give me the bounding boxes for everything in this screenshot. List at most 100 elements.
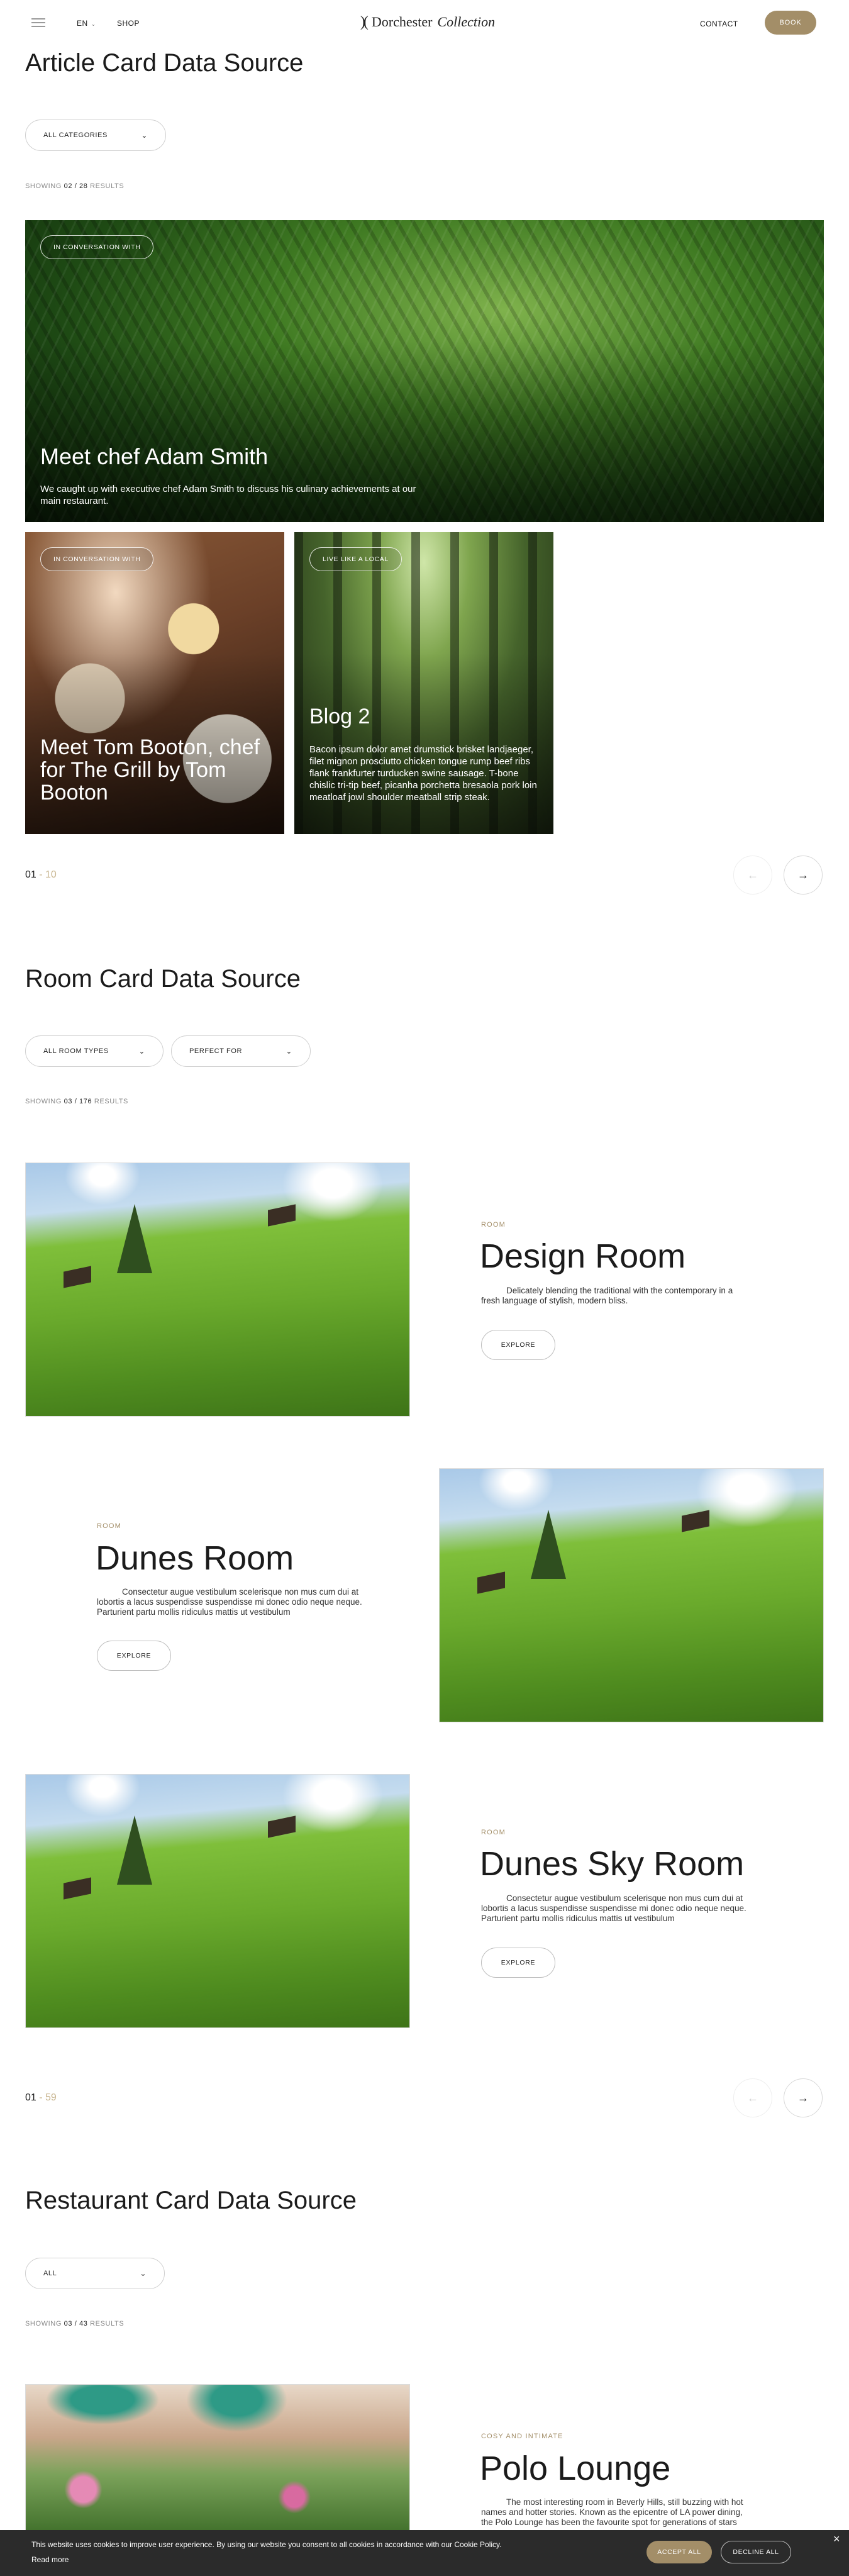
- room-category: ROOM: [97, 1522, 122, 1530]
- article-results-count: SHOWING 02 / 28 RESULTS: [25, 182, 124, 190]
- showing-count: 03 / 176: [64, 1098, 92, 1105]
- hut-shape: [64, 1877, 91, 1900]
- arrow-right-icon: →: [797, 2091, 809, 2104]
- page-separator: -: [39, 2092, 43, 2103]
- room-category: ROOM: [481, 1221, 506, 1229]
- page-current: 01: [25, 2092, 36, 2103]
- explore-button[interactable]: EXPLORE: [481, 1330, 555, 1360]
- arrow-left-icon: ←: [747, 2091, 758, 2104]
- room-title: Dunes Sky Room: [480, 1845, 745, 1883]
- perfect-for-filter-label: PERFECT FOR: [189, 1047, 243, 1055]
- menu-icon[interactable]: [31, 18, 45, 27]
- logo[interactable]: )( Dorchester Collection: [352, 13, 503, 31]
- hut-shape: [268, 1815, 296, 1838]
- chevron-down-icon: ⌄: [91, 21, 96, 27]
- results-label: RESULTS: [90, 182, 125, 190]
- room-image[interactable]: [25, 1774, 410, 2028]
- room-section-title: Room Card Data Source: [25, 965, 301, 993]
- next-page-button[interactable]: →: [784, 856, 823, 895]
- shop-link[interactable]: SHOP: [117, 19, 140, 28]
- category-filter[interactable]: ALL CATEGORIES ⌄: [25, 120, 166, 151]
- logo-script: Collection: [437, 14, 496, 30]
- restaurant-title: Polo Lounge: [480, 2450, 671, 2487]
- page-separator: -: [39, 869, 43, 880]
- hut-shape: [477, 1571, 505, 1594]
- logo-mark: )(: [360, 13, 369, 30]
- article-card-featured[interactable]: IN CONVERSATION WITH Meet chef Adam Smit…: [25, 220, 824, 522]
- article-card[interactable]: IN CONVERSATION WITH Meet Tom Booton, ch…: [25, 532, 284, 834]
- contact-link[interactable]: CONTACT: [700, 20, 738, 28]
- article-tag: IN CONVERSATION WITH: [40, 235, 154, 259]
- results-label: RESULTS: [94, 1098, 128, 1105]
- previous-page-button[interactable]: ←: [733, 2078, 772, 2117]
- book-button[interactable]: BOOK: [765, 11, 816, 35]
- room-pagination-indicator: 01 - 59: [25, 2092, 57, 2104]
- restaurant-description: The most interesting room in Beverly Hil…: [481, 2497, 743, 2527]
- article-card[interactable]: LIVE LIKE A LOCAL Blog 2 Bacon ipsum dol…: [294, 532, 553, 834]
- hut-shape: [64, 1266, 91, 1288]
- results-label: RESULTS: [90, 2320, 125, 2328]
- chevron-down-icon: ⌄: [141, 131, 148, 140]
- hut-shape: [682, 1510, 709, 1532]
- room-type-filter[interactable]: ALL ROOM TYPES ⌄: [25, 1035, 164, 1067]
- article-pagination-indicator: 01 - 10: [25, 869, 57, 881]
- close-icon[interactable]: ×: [833, 2533, 840, 2546]
- cookie-read-more-link[interactable]: Read more: [31, 2555, 69, 2564]
- chevron-down-icon: ⌄: [138, 1047, 145, 1056]
- showing-count: 02 / 28: [64, 182, 88, 190]
- tree-shape: [117, 1204, 152, 1273]
- restaurant-image[interactable]: [25, 2384, 410, 2535]
- language-selector[interactable]: EN ⌄: [77, 19, 96, 28]
- room-type-filter-label: ALL ROOM TYPES: [43, 1047, 109, 1055]
- article-description: Bacon ipsum dolor amet drumstick brisket…: [309, 744, 537, 803]
- restaurant-category: COSY AND INTIMATE: [481, 2433, 563, 2440]
- restaurant-section-title: Restaurant Card Data Source: [25, 2187, 357, 2214]
- chevron-down-icon: ⌄: [140, 2269, 147, 2278]
- explore-button[interactable]: EXPLORE: [97, 1641, 171, 1671]
- logo-name: Dorchester: [371, 14, 433, 30]
- article-title: Meet chef Adam Smith: [40, 443, 269, 469]
- article-description: We caught up with executive chef Adam Sm…: [40, 484, 416, 506]
- article-title: Blog 2: [309, 705, 370, 728]
- arrow-left-icon: ←: [747, 868, 758, 881]
- showing-label: SHOWING: [25, 2320, 62, 2328]
- room-image[interactable]: [439, 1468, 824, 1722]
- article-title: Meet Tom Booton, chef for The Grill by T…: [40, 735, 260, 805]
- article-tag: IN CONVERSATION WITH: [40, 547, 154, 571]
- page-total: 59: [45, 2092, 57, 2103]
- decline-all-button[interactable]: DECLINE ALL: [721, 2541, 791, 2563]
- room-description: Consectetur augue vestibulum scelerisque…: [97, 1587, 362, 1617]
- room-title: Dunes Room: [96, 1539, 294, 1577]
- room-description: Delicately blending the traditional with…: [481, 1286, 733, 1305]
- room-title: Design Room: [480, 1237, 686, 1275]
- showing-label: SHOWING: [25, 182, 62, 190]
- room-category: ROOM: [481, 1829, 506, 1836]
- showing-count: 03 / 43: [64, 2320, 88, 2328]
- room-results-count: SHOWING 03 / 176 RESULTS: [25, 1098, 128, 1105]
- perfect-for-filter[interactable]: PERFECT FOR ⌄: [171, 1035, 311, 1067]
- site-header: EN ⌄ SHOP )( Dorchester Collection CONTAC…: [0, 0, 849, 44]
- explore-button[interactable]: EXPLORE: [481, 1948, 555, 1978]
- showing-label: SHOWING: [25, 1098, 62, 1105]
- language-label: EN: [77, 19, 88, 28]
- arrow-right-icon: →: [797, 868, 809, 881]
- restaurant-filter-label: ALL: [43, 2270, 57, 2277]
- room-description: Consectetur augue vestibulum scelerisque…: [481, 1893, 746, 1923]
- room-image[interactable]: [25, 1163, 410, 1417]
- cookie-banner: This website uses cookies to improve use…: [0, 2530, 849, 2576]
- category-filter-label: ALL CATEGORIES: [43, 131, 108, 139]
- page-current: 01: [25, 869, 36, 880]
- previous-page-button[interactable]: ←: [733, 856, 772, 895]
- restaurant-filter[interactable]: ALL ⌄: [25, 2258, 165, 2289]
- article-tag: LIVE LIKE A LOCAL: [309, 547, 402, 571]
- restaurant-results-count: SHOWING 03 / 43 RESULTS: [25, 2320, 124, 2328]
- chevron-down-icon: ⌄: [286, 1047, 292, 1056]
- cookie-message: This website uses cookies to improve use…: [31, 2540, 502, 2549]
- page-total: 10: [45, 869, 57, 880]
- next-page-button[interactable]: →: [784, 2078, 823, 2117]
- accept-all-button[interactable]: ACCEPT ALL: [646, 2541, 712, 2563]
- tree-shape: [531, 1510, 566, 1579]
- tree-shape: [117, 1815, 152, 1885]
- hut-shape: [268, 1204, 296, 1227]
- article-section-title: Article Card Data Source: [25, 49, 304, 77]
